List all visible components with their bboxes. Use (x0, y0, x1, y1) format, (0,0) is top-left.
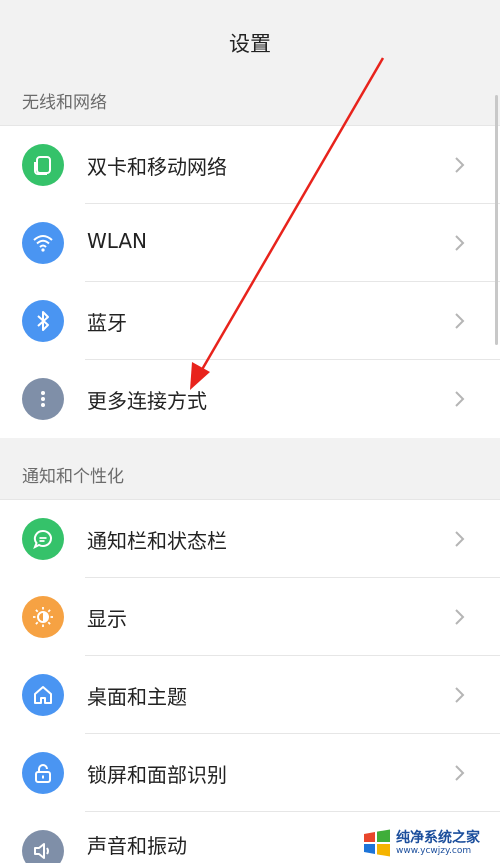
settings-item-label: 声音和振动 (87, 834, 187, 858)
settings-item-bluetooth[interactable]: 蓝牙 (0, 282, 500, 360)
settings-item-label: 锁屏和面部识别 (87, 763, 227, 787)
section-header-notifications: 通知和个性化 (0, 450, 500, 500)
settings-item-label: 更多连接方式 (87, 389, 207, 413)
scrollbar[interactable] (495, 95, 498, 345)
chevron-right-icon (455, 391, 465, 407)
chevron-right-icon (455, 235, 465, 251)
windows-logo-icon (364, 829, 390, 857)
settings-item-notification-bar[interactable]: 通知栏和状态栏 (0, 500, 500, 578)
watermark-logo: 纯净系统之家 www.ycwjzy.com (362, 826, 498, 860)
settings-item-home-theme[interactable]: 桌面和主题 (0, 656, 500, 734)
chevron-right-icon (455, 313, 465, 329)
watermark-url: www.ycwjzy.com (396, 845, 472, 856)
settings-item-label: 双卡和移动网络 (87, 155, 227, 179)
settings-item-label: 通知栏和状态栏 (87, 529, 227, 553)
settings-item-more-connections[interactable]: 更多连接方式 (0, 360, 500, 438)
speaker-icon (22, 830, 64, 863)
chat-bubble-icon (22, 518, 64, 560)
watermark-title: 纯净系统之家 (396, 829, 480, 846)
more-dots-icon (22, 378, 64, 420)
section-title: 通知和个性化 (22, 467, 124, 487)
section-header-wireless: 无线和网络 (0, 76, 500, 126)
settings-item-lockscreen-face[interactable]: 锁屏和面部识别 (0, 734, 500, 812)
chevron-right-icon (455, 765, 465, 781)
sim-card-icon (22, 144, 64, 186)
home-icon (22, 674, 64, 716)
settings-item-display[interactable]: 显示 (0, 578, 500, 656)
brightness-icon (22, 596, 64, 638)
settings-item-label: 桌面和主题 (87, 685, 187, 709)
lock-icon (22, 752, 64, 794)
settings-item-dual-sim[interactable]: 双卡和移动网络 (0, 126, 500, 204)
chevron-right-icon (455, 157, 465, 173)
page-title: 设置 (229, 32, 271, 56)
chevron-right-icon (455, 609, 465, 625)
chevron-right-icon (455, 531, 465, 547)
section-title: 无线和网络 (22, 93, 107, 113)
app-header: 设置 (0, 0, 500, 76)
settings-item-label: WLAN (87, 229, 148, 253)
settings-item-label: 蓝牙 (87, 311, 127, 335)
bluetooth-icon (22, 300, 64, 342)
wifi-icon (22, 222, 64, 264)
chevron-right-icon (455, 687, 465, 703)
settings-item-label: 显示 (87, 607, 127, 631)
settings-item-wlan[interactable]: WLAN (0, 204, 500, 282)
